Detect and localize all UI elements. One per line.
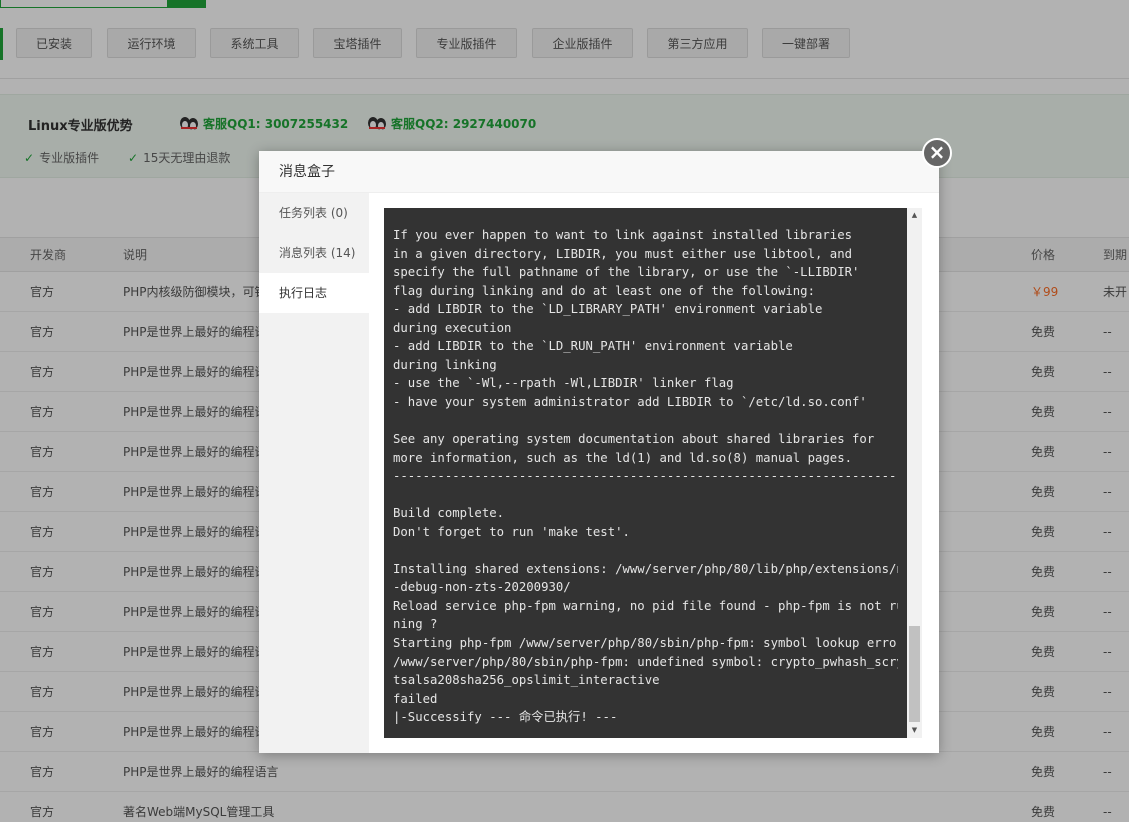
scrollbar-thumb[interactable]: [909, 626, 920, 722]
message-box-dialog: 消息盒子 任务列表 (0) 消息列表 (14) 执行日志 If you ever…: [259, 151, 939, 753]
dialog-title: 消息盒子: [259, 151, 939, 193]
scroll-down-icon[interactable]: ▼: [907, 723, 922, 738]
menu-execution-log[interactable]: 执行日志: [259, 273, 369, 313]
close-icon[interactable]: ×: [922, 138, 952, 168]
scroll-up-icon[interactable]: ▲: [907, 208, 922, 223]
dialog-sidebar: 任务列表 (0) 消息列表 (14) 执行日志: [259, 193, 369, 753]
log-text: If you ever happen to want to link again…: [393, 228, 898, 725]
menu-message-list[interactable]: 消息列表 (14): [259, 233, 369, 273]
menu-task-list[interactable]: 任务列表 (0): [259, 193, 369, 233]
execution-log-console[interactable]: If you ever happen to want to link again…: [384, 208, 922, 738]
log-scrollbar[interactable]: ▲ ▼: [907, 208, 922, 738]
